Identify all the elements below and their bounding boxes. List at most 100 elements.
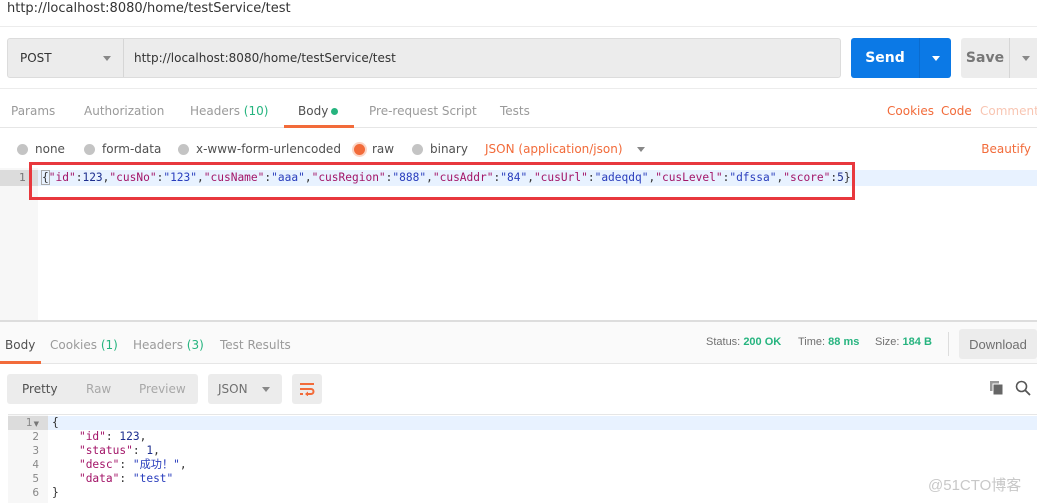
radio-x-www-form-urlencoded[interactable]: x-www-form-urlencoded	[178, 142, 341, 156]
radio-none[interactable]: none	[17, 142, 65, 156]
response-tab-test-results[interactable]: Test Results	[220, 338, 291, 352]
code-token: ,	[153, 444, 160, 457]
code-token: 123	[119, 430, 140, 443]
tab-label: Pre-request Script	[369, 104, 477, 118]
code-line: "status": 1,	[52, 444, 160, 458]
annotation-highlight-box	[29, 162, 855, 200]
tab-label: Test Results	[220, 338, 291, 352]
tab-authorization[interactable]: Authorization	[84, 104, 164, 118]
active-line-highlight	[48, 416, 1037, 430]
download-button[interactable]: Download	[959, 329, 1037, 359]
radio-label: none	[35, 142, 65, 156]
code-token: "desc"	[78, 458, 120, 471]
line-number: 5	[32, 473, 39, 485]
view-mode-raw[interactable]: Raw	[86, 382, 111, 396]
status-readout: Status: 200 OK	[706, 336, 781, 348]
comments-link[interactable]: Comments	[980, 104, 1037, 118]
size-value: 184 B	[902, 336, 932, 348]
chevron-down-icon	[636, 146, 645, 152]
code-token: ,	[179, 458, 187, 471]
divider	[0, 26, 1037, 27]
save-button[interactable]: Save	[961, 38, 1037, 78]
code-token: :	[119, 472, 133, 485]
line-number: 3	[32, 445, 39, 457]
response-tab-cookies[interactable]: Cookies (1)	[50, 338, 118, 352]
response-tabs: Body Cookies (1) Headers (3) Test Result…	[0, 322, 1037, 364]
time-value: 88 ms	[828, 336, 860, 348]
tab-label: Authorization	[84, 104, 165, 118]
active-tab-indicator	[0, 361, 41, 364]
language-label: JSON	[218, 382, 248, 396]
tab-headers[interactable]: Headers (10)	[190, 104, 268, 118]
line-gutter: 1▼ 2 3 4 5 6	[8, 415, 48, 503]
code-token: "data"	[78, 472, 120, 485]
radio-raw[interactable]: raw	[354, 142, 394, 156]
code-link[interactable]: Code	[941, 104, 972, 118]
size-label: Size:	[875, 336, 900, 348]
tab-pre-request-script[interactable]: Pre-request Script	[369, 104, 477, 118]
watermark: @51CTO博客	[928, 477, 1022, 494]
code-token: :	[105, 430, 120, 443]
radio-icon	[17, 143, 28, 155]
line-number: 4	[32, 459, 39, 471]
chevron-down-icon	[1021, 55, 1030, 61]
response-tab-body[interactable]: Body	[5, 338, 35, 352]
radio-label: raw	[372, 142, 395, 156]
beautify-link[interactable]: Beautify	[981, 142, 1031, 156]
url-input[interactable]	[124, 39, 840, 77]
wrap-lines-button[interactable]	[292, 374, 322, 404]
code-line: "desc": "成功！",	[52, 458, 187, 472]
code-line: "id": 123,	[52, 430, 146, 444]
status-label: Status:	[706, 336, 741, 348]
content-type-select[interactable]: JSON (application/json)	[485, 142, 645, 156]
code-token: ,	[139, 430, 147, 443]
response-tab-headers[interactable]: Headers (3)	[133, 338, 204, 352]
request-tabs: Params Authorization Headers (10) Body P…	[0, 96, 1037, 128]
cookies-link[interactable]: Cookies	[887, 104, 934, 118]
time-label: Time:	[798, 336, 826, 348]
fold-toggle-icon[interactable]: ▼	[34, 420, 39, 428]
language-select[interactable]: JSON	[208, 374, 282, 404]
line-number: 2	[32, 431, 39, 443]
method-select[interactable]: POST	[8, 39, 124, 77]
view-mode-preview[interactable]: Preview	[139, 382, 186, 396]
body-type-selector: none form-data x-www-form-urlencoded raw…	[0, 142, 1037, 160]
tab-params[interactable]: Params	[11, 104, 55, 118]
response-body-viewer[interactable]: 1▼ 2 3 4 5 6 { "id": 123, "status": 1, "desc"…	[8, 414, 1037, 503]
code-token: "成功！"	[132, 458, 180, 471]
search-icon[interactable]	[1015, 380, 1031, 396]
tab-label: Headers	[133, 338, 183, 352]
radio-selected-icon	[354, 143, 365, 155]
radio-form-data[interactable]: form-data	[84, 142, 161, 156]
send-label: Send	[851, 38, 920, 78]
copy-icon[interactable]	[990, 381, 1004, 395]
tab-label: Headers	[190, 104, 240, 118]
tab-count: (3)	[186, 338, 204, 352]
chevron-down-icon	[931, 55, 940, 61]
send-button[interactable]: Send	[851, 38, 951, 78]
tab-label: Tests	[500, 104, 530, 118]
status-value: 200 OK	[743, 336, 782, 348]
method-label: POST	[20, 51, 52, 65]
tab-count: (1)	[100, 338, 118, 352]
radio-label: form-data	[102, 142, 162, 156]
request-bar: POST	[7, 38, 841, 78]
tab-tests[interactable]: Tests	[500, 104, 530, 118]
tab-body[interactable]: Body	[298, 104, 339, 118]
radio-binary[interactable]: binary	[412, 142, 468, 156]
page-title: http://localhost:8080/home/testService/t…	[7, 1, 291, 16]
radio-icon	[178, 143, 189, 155]
chevron-down-icon	[261, 386, 270, 392]
active-tab-indicator	[284, 125, 354, 128]
chevron-down-icon	[103, 56, 111, 61]
save-dropdown[interactable]	[1010, 38, 1037, 78]
wrap-icon	[300, 383, 315, 396]
view-mode-pretty[interactable]: Pretty	[22, 382, 58, 396]
code-token: :	[119, 458, 133, 471]
tab-label: Params	[11, 104, 56, 118]
divider	[0, 88, 1037, 89]
send-dropdown[interactable]	[920, 38, 951, 78]
time-readout: Time: 88 ms	[798, 336, 859, 348]
